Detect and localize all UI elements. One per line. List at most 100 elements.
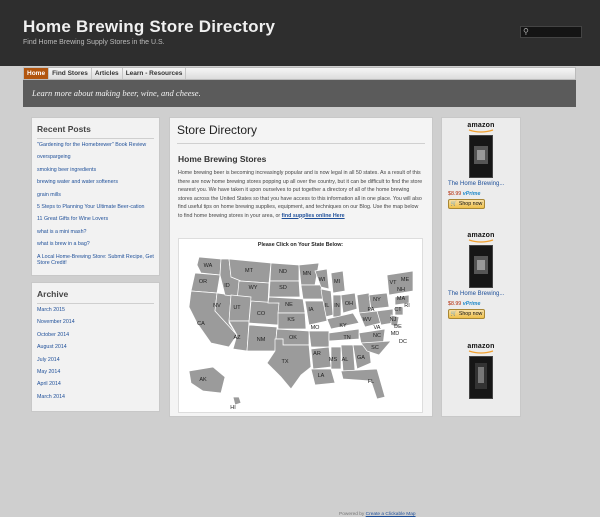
state-label-tx[interactable]: TX <box>281 359 288 365</box>
state-label-in[interactable]: IN <box>334 303 340 309</box>
state-label-sc[interactable]: SC <box>371 345 379 351</box>
search-input[interactable]: ⚲ <box>520 26 582 38</box>
recent-post-link[interactable]: "Gardening for the Homebrewer" Book Revi… <box>37 142 159 149</box>
book-cover-image[interactable] <box>469 356 493 399</box>
ad-product-title[interactable]: The Home Brewing... <box>448 181 517 189</box>
ad-product-title[interactable]: The Home Brewing... <box>448 291 517 299</box>
title-divider <box>177 143 425 144</box>
shop-now-label: Shop now <box>458 310 483 317</box>
recent-post-link[interactable]: 11 Great Gifts for Wine Lovers <box>37 216 159 223</box>
amazon-ad[interactable]: amazon The Home Brewing... $8.99 vPrime … <box>445 232 517 319</box>
state-label-ny[interactable]: NY <box>373 297 381 303</box>
state-label-ar[interactable]: AR <box>313 351 321 357</box>
state-label-wy[interactable]: WY <box>249 285 258 291</box>
book-cover-image[interactable] <box>469 135 493 178</box>
us-map[interactable]: WA OR ID MT ND MN SD WI MI NY VT ME NH MARICT NJDEMD DC… <box>181 251 421 411</box>
state-label-ia[interactable]: IA <box>308 307 314 313</box>
state-label-ct[interactable]: CT <box>394 307 402 313</box>
page-title: Store Directory <box>177 123 258 137</box>
archive-link[interactable]: May 2014 <box>37 369 159 376</box>
section-heading: Home Brewing Stores <box>178 154 267 164</box>
state-label-me[interactable]: ME <box>401 277 410 283</box>
state-label-ms[interactable]: MS <box>329 357 338 363</box>
state-label-ma[interactable]: MA <box>397 296 406 302</box>
archive-link[interactable]: November 2014 <box>37 319 159 326</box>
state-label-ri[interactable]: RI <box>404 303 410 309</box>
state-label-dc[interactable]: DC <box>399 339 407 345</box>
state-label-sd[interactable]: SD <box>279 285 287 291</box>
amazon-smile-icon <box>468 239 494 243</box>
book-cover-image[interactable] <box>469 245 493 288</box>
state-label-il[interactable]: IL <box>325 303 330 309</box>
state-label-va[interactable]: VA <box>374 325 381 331</box>
state-label-pa[interactable]: PA <box>368 307 375 313</box>
state-label-nv[interactable]: NV <box>213 303 221 309</box>
site-title[interactable]: Home Brewing Store Directory <box>23 17 275 37</box>
state-label-or[interactable]: OR <box>199 279 207 285</box>
state-label-nd[interactable]: ND <box>279 269 287 275</box>
state-label-nj[interactable]: NJ <box>390 317 397 323</box>
recent-post-link[interactable]: 5 Steps to Planning Your Ultimate Beer-c… <box>37 204 159 211</box>
nav-item-find-stores[interactable]: Find Stores <box>49 68 92 79</box>
state-label-ky[interactable]: KY <box>339 323 347 329</box>
state-label-wa[interactable]: WA <box>204 263 213 269</box>
nav-item-home[interactable]: Home <box>24 68 50 79</box>
nav-item-learn-resources[interactable]: Learn - Resources <box>123 68 187 79</box>
state-label-mo[interactable]: MO <box>311 325 321 331</box>
archive-link[interactable]: August 2014 <box>37 344 159 351</box>
state-shape <box>300 284 324 300</box>
state-label-ca[interactable]: CA <box>197 321 205 327</box>
amazon-smile-icon <box>468 350 494 354</box>
state-label-md[interactable]: MD <box>391 331 400 337</box>
intro-text: Home brewing beer is becoming increasing… <box>178 170 423 219</box>
state-label-mn[interactable]: MN <box>303 271 312 277</box>
archive-link[interactable]: April 2014 <box>37 381 159 388</box>
archive-link[interactable]: March 2014 <box>37 394 159 401</box>
shop-now-button[interactable]: 🛒 Shop now <box>448 198 485 209</box>
state-label-tn[interactable]: TN <box>343 335 350 341</box>
state-label-nm[interactable]: NM <box>257 337 266 343</box>
recent-post-link[interactable]: smoking beer ingredients <box>37 167 159 174</box>
state-label-ne[interactable]: NE <box>285 302 293 308</box>
recent-post-link[interactable]: overspargeing <box>37 154 159 161</box>
powered-by-link[interactable]: Create a Clickable Map <box>366 512 416 517</box>
state-label-ga[interactable]: GA <box>357 355 365 361</box>
recent-post-link[interactable]: A Local Home-Brewing Store: Submit Recip… <box>37 254 159 267</box>
state-label-la[interactable]: LA <box>318 373 325 379</box>
recent-post-link[interactable]: brewing water and water softeners <box>37 179 159 186</box>
state-label-nc[interactable]: NC <box>373 333 381 339</box>
state-label-oh[interactable]: OH <box>345 301 353 307</box>
nav-item-articles[interactable]: Articles <box>92 68 123 79</box>
state-label-de[interactable]: DE <box>394 324 402 330</box>
state-label-nh[interactable]: NH <box>397 287 405 293</box>
clickable-us-map: Please Click on Your State Below: WA OR … <box>178 238 423 517</box>
state-label-vt[interactable]: VT <box>389 280 397 286</box>
archive-list: March 2015 November 2014 October 2014 Au… <box>32 304 159 400</box>
state-label-id[interactable]: ID <box>224 283 230 289</box>
amazon-ad[interactable]: amazon <box>445 343 517 399</box>
state-label-hi[interactable]: HI <box>230 405 236 411</box>
state-label-mi[interactable]: MI <box>334 279 341 285</box>
state-label-wi[interactable]: WI <box>319 277 326 283</box>
state-label-ok[interactable]: OK <box>289 335 297 341</box>
recent-post-link[interactable]: grain mills <box>37 192 159 199</box>
recent-post-link[interactable]: what is a mini mash? <box>37 229 159 236</box>
state-label-az[interactable]: AZ <box>233 335 241 341</box>
state-label-co[interactable]: CO <box>257 311 266 317</box>
recent-post-link[interactable]: what is brew in a bag? <box>37 241 159 248</box>
archive-link[interactable]: March 2015 <box>37 307 159 314</box>
amazon-ad[interactable]: amazon The Home Brewing... $8.99 vPrime … <box>445 122 517 209</box>
archive-link[interactable]: July 2014 <box>37 357 159 364</box>
archive-link[interactable]: October 2014 <box>37 332 159 339</box>
state-label-wv[interactable]: WV <box>363 317 372 323</box>
powered-by: Powered by Create a Clickable Map <box>339 512 416 517</box>
state-label-ut[interactable]: UT <box>233 305 241 311</box>
state-label-al[interactable]: AL <box>342 357 349 363</box>
find-supplies-link[interactable]: find supplies online Here <box>282 213 345 219</box>
state-label-ks[interactable]: KS <box>287 317 295 323</box>
state-label-fl[interactable]: FL <box>368 379 374 385</box>
shop-now-button[interactable]: 🛒 Shop now <box>448 308 485 319</box>
state-label-ak[interactable]: AK <box>199 377 207 383</box>
state-label-mt[interactable]: MT <box>245 268 254 274</box>
amazon-logo: amazon <box>467 343 495 350</box>
